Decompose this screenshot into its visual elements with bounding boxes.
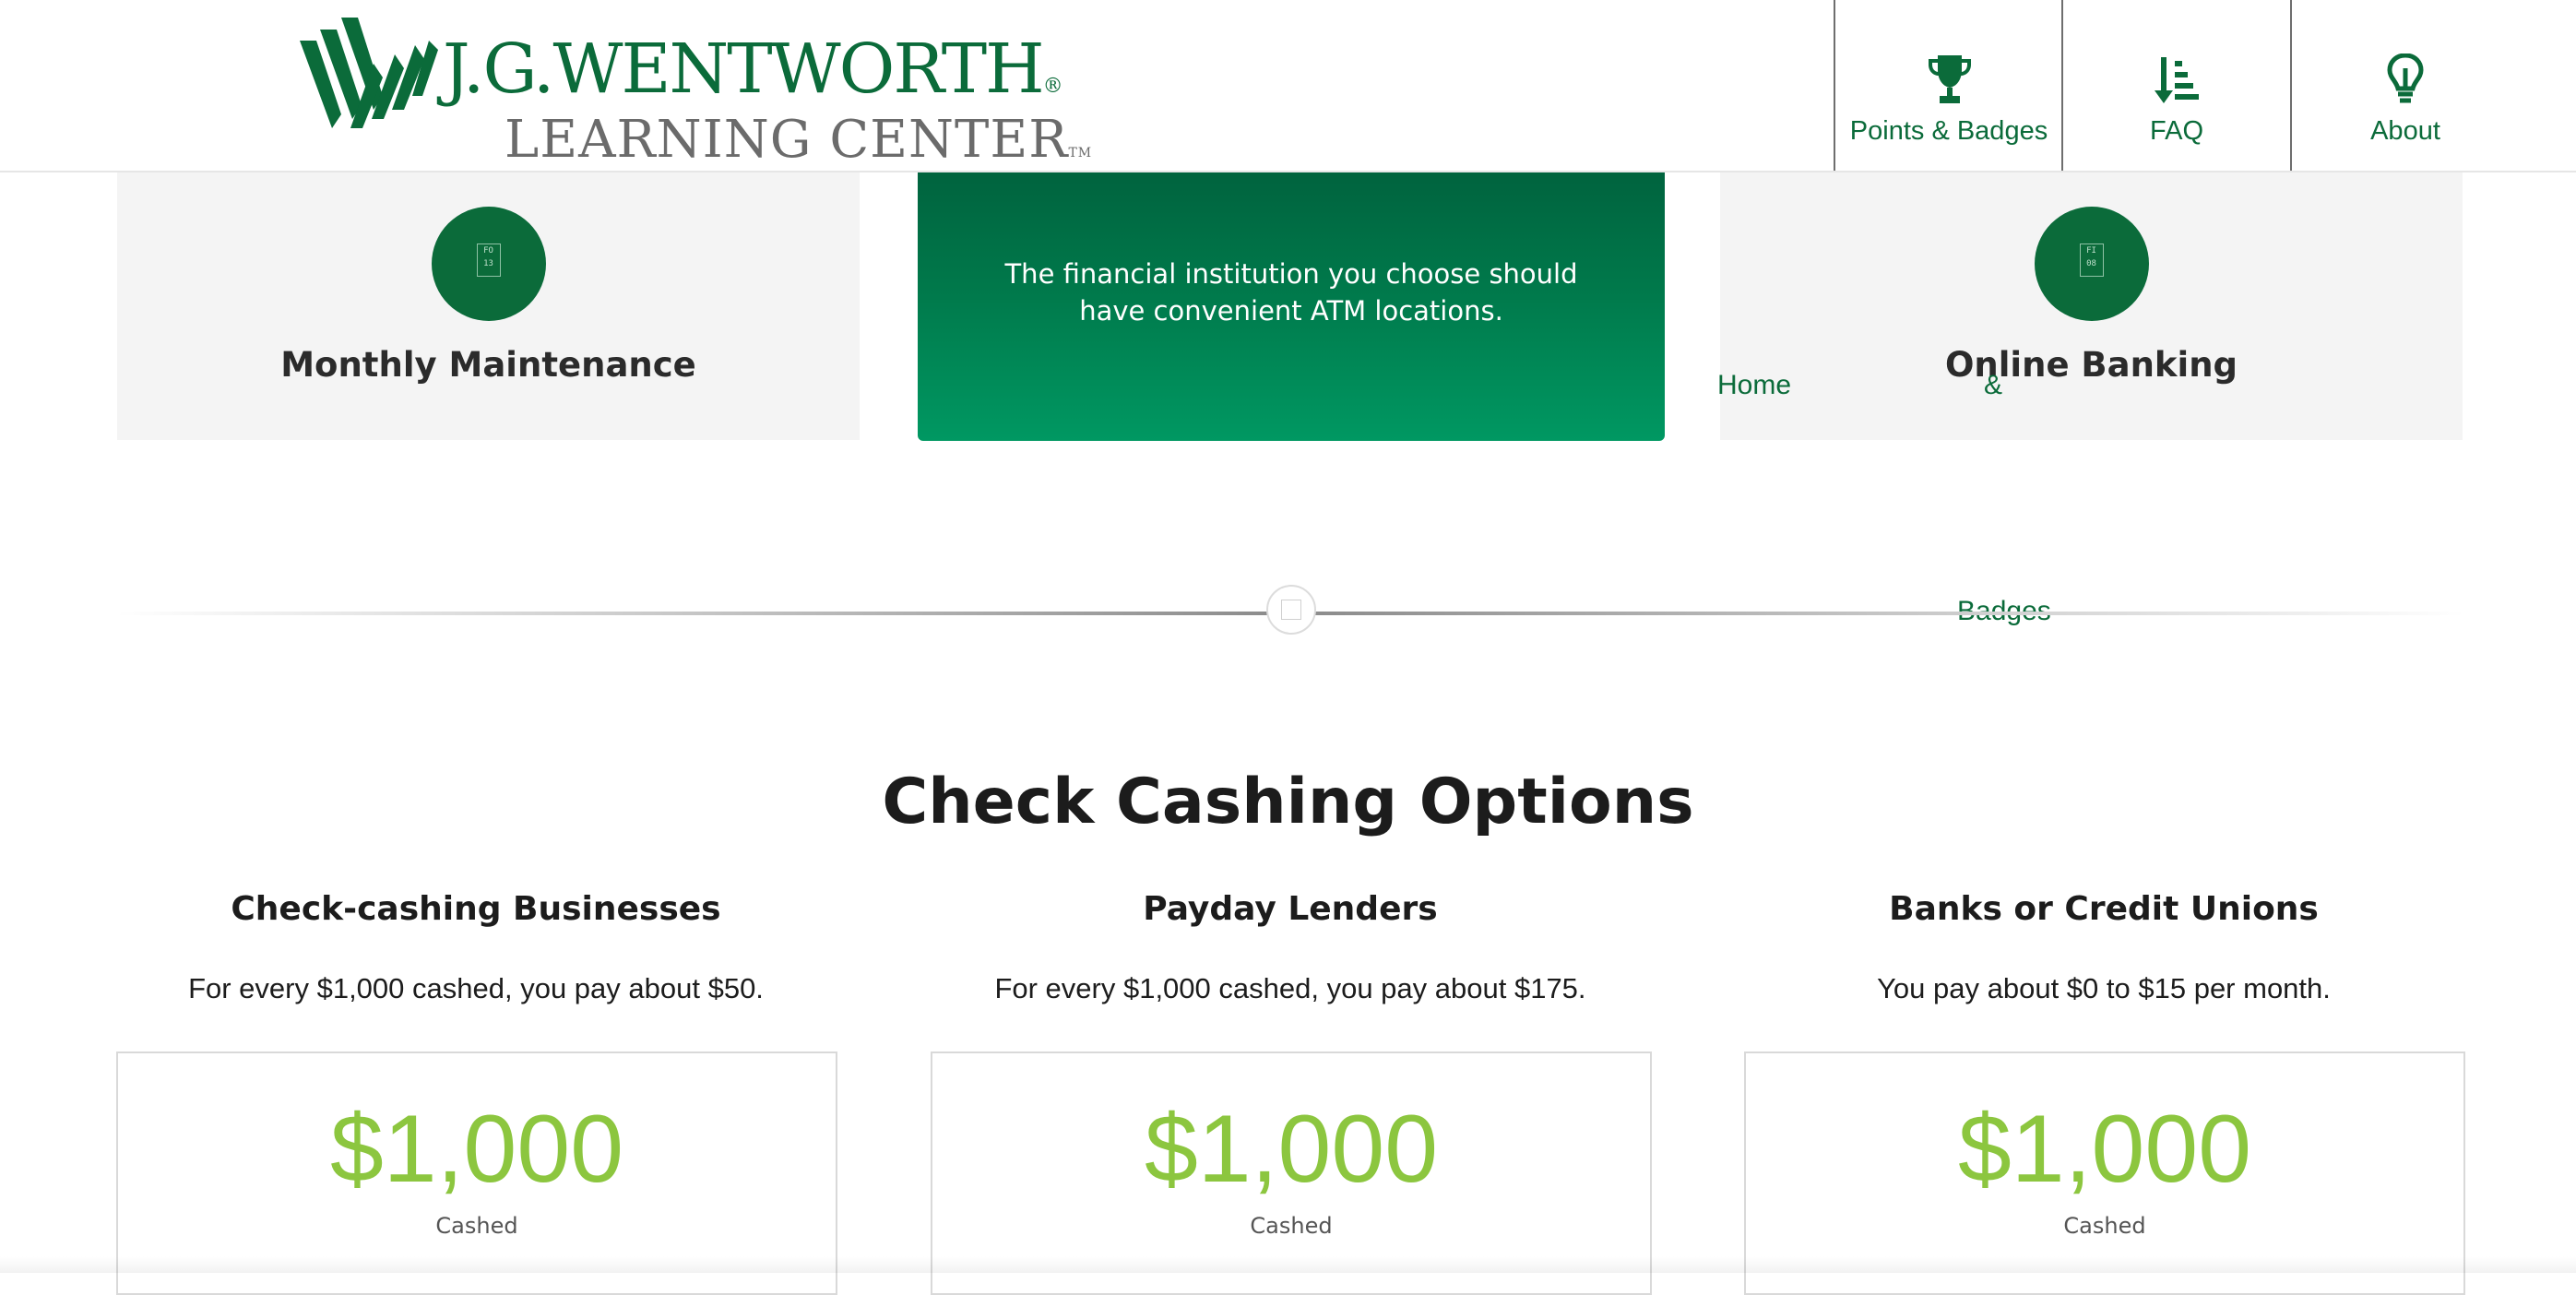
amount-value: $1,000 bbox=[329, 1096, 624, 1203]
lightbulb-icon bbox=[2387, 53, 2424, 103]
trophy-icon bbox=[1929, 55, 1971, 103]
sort-list-icon bbox=[2155, 57, 2199, 103]
logo-wordmark: J.G.WENTWORTH® bbox=[443, 30, 1063, 109]
site-header: J.G.WENTWORTH® LEARNING CENTERTM Points … bbox=[0, 0, 2576, 172]
card-title: Online Banking bbox=[1944, 345, 2238, 385]
slider-card-online-banking[interactable]: FI 08 Online Banking bbox=[1720, 171, 2463, 440]
amount-label: Cashed bbox=[1250, 1213, 1333, 1239]
slider-card-active[interactable]: The financial institution you choose sho… bbox=[918, 171, 1665, 441]
divider-mini-tile bbox=[1281, 600, 1301, 620]
nav-about[interactable]: About bbox=[2290, 0, 2519, 171]
option-description: For every $1,000 cashed, you pay about $… bbox=[994, 972, 1586, 1004]
calendar-tile-icon: FI 08 bbox=[2034, 207, 2149, 321]
section-title: Check Cashing Options bbox=[882, 766, 1694, 838]
option-column-check-cashing: Check-cashing Businesses For every $1,00… bbox=[116, 890, 836, 1005]
option-heading: Payday Lenders bbox=[1143, 890, 1438, 928]
option-description: You pay about $0 to $15 per month. bbox=[1877, 972, 2331, 1004]
stray-link-amp: & bbox=[1984, 370, 2003, 400]
amount-label: Cashed bbox=[2063, 1213, 2146, 1239]
nav-label: FAQ bbox=[2149, 116, 2203, 146]
nav-label: Points & Badges bbox=[1849, 116, 2048, 146]
logo-subtitle: LEARNING CENTERTM bbox=[505, 110, 1093, 170]
card-text: The financial institution you choose sho… bbox=[1004, 258, 1578, 327]
option-heading: Banks or Credit Unions bbox=[1889, 890, 2319, 928]
amount-value: $1,000 bbox=[1957, 1096, 2252, 1203]
divider-badge-icon bbox=[1266, 585, 1316, 635]
nav-faq[interactable]: FAQ bbox=[2061, 0, 2290, 171]
card-title: Monthly Maintenance bbox=[280, 345, 696, 385]
stray-link-home[interactable]: Home bbox=[1717, 370, 1791, 401]
option-description: For every $1,000 cashed, you pay about $… bbox=[188, 972, 764, 1004]
slider-card-monthly-maintenance[interactable]: FO 13 Monthly Maintenance bbox=[117, 171, 860, 440]
icon-tile: FO 13 bbox=[476, 244, 501, 277]
nav-label: About bbox=[2370, 116, 2440, 146]
option-column-payday-lenders: Payday Lenders For every $1,000 cashed, … bbox=[931, 890, 1650, 1005]
nav-points-badges[interactable]: Points & Badges bbox=[1834, 0, 2062, 171]
option-column-banks-credit-unions: Banks or Credit Unions You pay about $0 … bbox=[1744, 890, 2463, 1005]
jgw-learning-center-logo[interactable]: J.G.WENTWORTH® LEARNING CENTERTM bbox=[300, 13, 1091, 170]
icon-tile: FI 08 bbox=[2079, 244, 2104, 277]
bottom-fade bbox=[0, 1256, 2576, 1273]
amount-value: $1,000 bbox=[1144, 1096, 1439, 1203]
amount-label: Cashed bbox=[435, 1213, 518, 1239]
option-heading: Check-cashing Businesses bbox=[231, 890, 721, 928]
jgw-monogram-icon bbox=[300, 18, 438, 128]
calendar-tile-icon: FO 13 bbox=[431, 207, 546, 321]
